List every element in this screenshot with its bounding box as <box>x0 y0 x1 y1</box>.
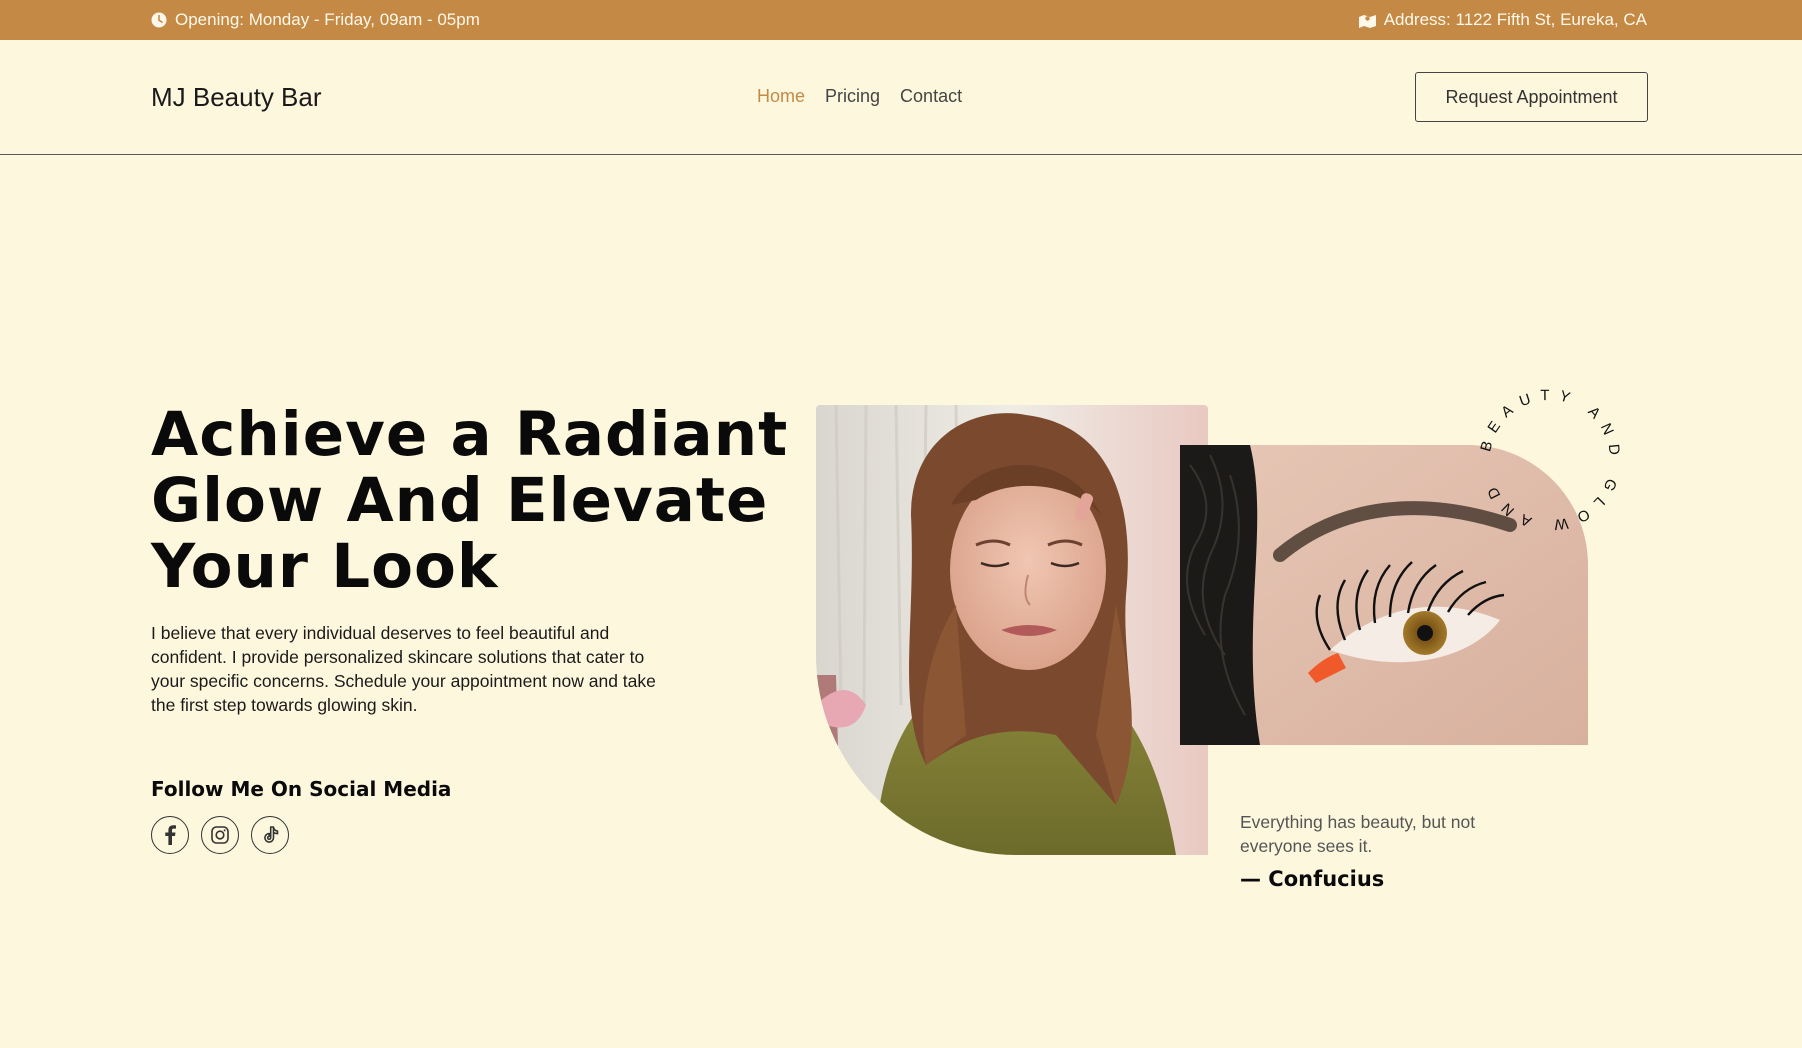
clock-icon <box>151 12 167 28</box>
portrait-photo <box>816 405 1208 855</box>
social-links <box>151 816 289 854</box>
hero-title: Achieve a Radiant Glow And Elevate Your … <box>151 399 789 602</box>
badge-circle-text: BEAUTY AND GLOW AND <box>1477 387 1614 534</box>
quote-text: Everything has beauty, but not everyone … <box>1240 812 1476 856</box>
instagram-icon[interactable] <box>201 816 239 854</box>
facebook-icon[interactable] <box>151 816 189 854</box>
site-header: MJ Beauty Bar Home Pricing Contact Reque… <box>0 40 1802 155</box>
svg-text:BEAUTY AND GLOW AND: BEAUTY AND GLOW AND <box>1477 387 1623 534</box>
social-heading: Follow Me On Social Media <box>151 777 452 801</box>
beauty-glow-badge: BEAUTY AND GLOW AND <box>1465 375 1635 545</box>
nav-contact[interactable]: Contact <box>900 86 962 107</box>
brand-logo[interactable]: MJ Beauty Bar <box>151 82 322 113</box>
top-info-bar: Opening: Monday - Friday, 09am - 05pm Ad… <box>0 0 1802 40</box>
main-nav: Home Pricing Contact <box>757 86 962 107</box>
address: Address: 1122 Fifth St, Eureka, CA <box>1358 10 1647 30</box>
address-text: Address: 1122 Fifth St, Eureka, CA <box>1383 10 1647 29</box>
quote-author: — Confucius <box>1240 867 1385 891</box>
map-icon <box>1358 13 1376 28</box>
tiktok-icon[interactable] <box>251 816 289 854</box>
opening-hours: Opening: Monday - Friday, 09am - 05pm <box>151 10 480 30</box>
hero-description: I believe that every individual deserves… <box>151 623 656 715</box>
request-appointment-button[interactable]: Request Appointment <box>1415 72 1648 122</box>
nav-pricing[interactable]: Pricing <box>825 86 880 107</box>
opening-hours-text: Opening: Monday - Friday, 09am - 05pm <box>175 10 480 29</box>
nav-home[interactable]: Home <box>757 86 805 107</box>
